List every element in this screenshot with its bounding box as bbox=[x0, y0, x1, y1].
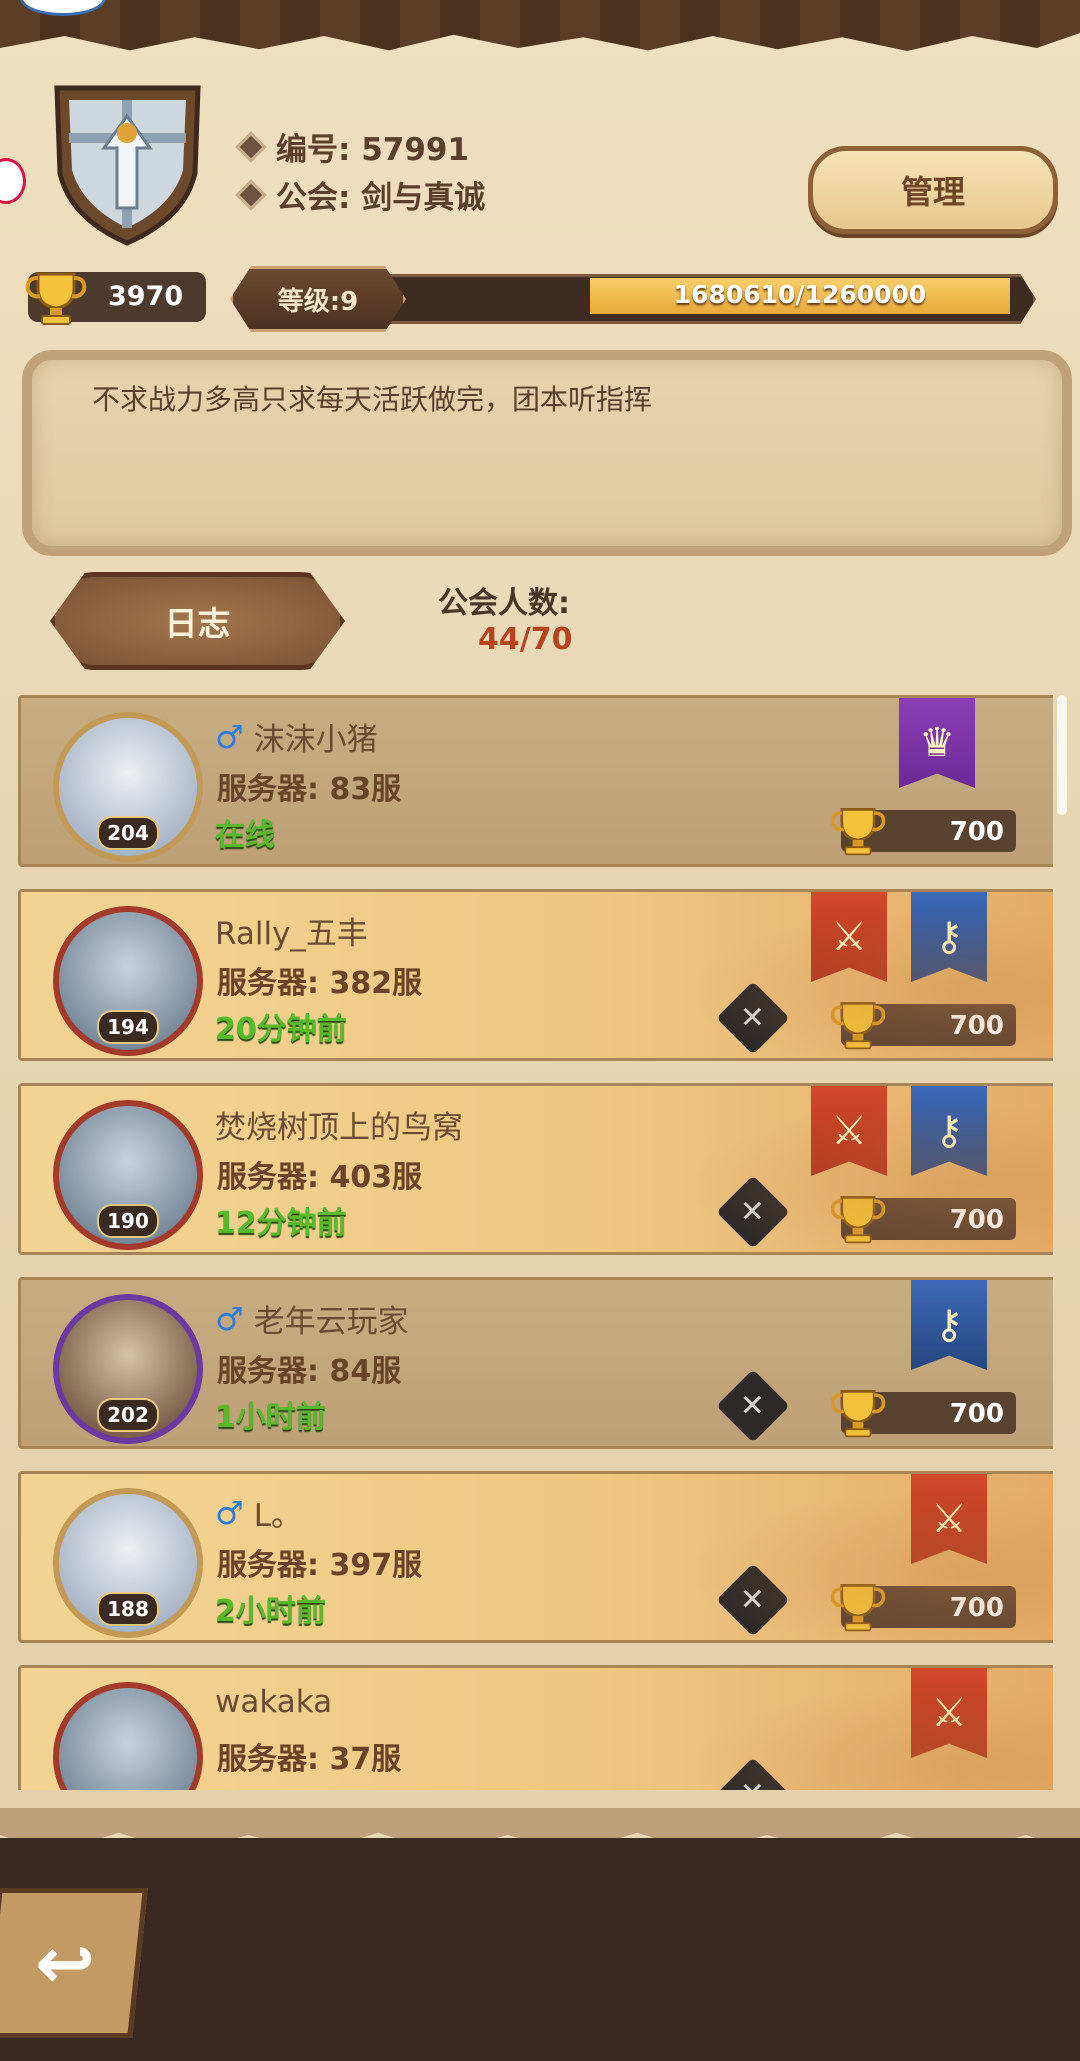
log-button[interactable]: 日志 bbox=[50, 572, 345, 670]
member-trophy: 700 bbox=[830, 1196, 1016, 1244]
blue-banner-icon: ⚷ bbox=[911, 1086, 987, 1176]
member-avatar[interactable] bbox=[53, 1682, 203, 1790]
member-list-scrollbar[interactable] bbox=[1057, 695, 1067, 815]
blue-banner-icon: ⚷ bbox=[911, 1280, 987, 1370]
level-exp-text: 1680610/1260000 bbox=[673, 280, 927, 309]
member-status: 2小时前 bbox=[215, 1594, 326, 1629]
guild-name-row: 公会: 剑与真诚 bbox=[235, 172, 486, 217]
member-name: L。 bbox=[253, 1498, 302, 1534]
bottom-bar bbox=[0, 1838, 1080, 2061]
guild-id-row: 编号: 57991 bbox=[235, 124, 470, 169]
guild-notice-box: 不求战力多高只求每天活跃做完，团本听指挥 bbox=[22, 350, 1072, 556]
member-count-label: 公会人数: bbox=[438, 586, 570, 621]
member-name-row: 焚烧树顶上的鸟窝 bbox=[215, 1102, 463, 1147]
back-arrow-icon: ↩ bbox=[34, 1921, 96, 2005]
member-card[interactable]: wakaka 服务器: 37服 ✕ ⚔ bbox=[18, 1665, 1053, 1790]
member-count-value: 44/70 bbox=[478, 622, 573, 657]
guild-name: 公会: 剑与真诚 bbox=[276, 180, 486, 216]
member-server: 服务器: 403服 bbox=[217, 1160, 423, 1195]
trophy-icon bbox=[830, 1196, 886, 1244]
guild-trophy-total: 3970 bbox=[25, 272, 206, 325]
trophy-icon bbox=[25, 272, 87, 325]
guild-level-bar: 等级:9 1680610/1260000 bbox=[230, 266, 1045, 332]
member-server: 服务器: 83服 bbox=[217, 772, 402, 807]
member-level-badge: 204 bbox=[97, 816, 159, 850]
member-trophy-value: 700 bbox=[949, 1205, 1004, 1235]
member-card[interactable]: 204 ♂ 沫沫小猪服务器: 83服 在线 ♛ 700 bbox=[18, 695, 1053, 867]
member-name: wakaka bbox=[215, 1684, 333, 1720]
diamond-icon bbox=[235, 130, 267, 163]
member-server: 服务器: 382服 bbox=[217, 966, 423, 1001]
member-card[interactable]: 188 ♂ L。服务器: 397服 2小时前 ✕ ⚔ 700 bbox=[18, 1471, 1053, 1643]
member-level-badge: 202 bbox=[97, 1398, 159, 1432]
member-name-row: wakaka bbox=[215, 1684, 332, 1720]
member-name-row: Rally_五丰 bbox=[215, 908, 368, 953]
red-banner-icon: ⚔ bbox=[911, 1474, 987, 1564]
member-level-badge: 188 bbox=[97, 1592, 159, 1626]
male-icon: ♂ bbox=[215, 1493, 244, 1532]
member-trophy: 700 bbox=[830, 808, 1016, 856]
level-tag: 等级:9 bbox=[230, 266, 406, 332]
trophy-icon bbox=[830, 808, 886, 856]
crossed-swords-icon: ✕ bbox=[716, 1175, 790, 1249]
member-trophy-value: 700 bbox=[949, 1011, 1004, 1041]
male-icon: ♂ bbox=[215, 1299, 244, 1338]
member-card[interactable]: 202 ♂ 老年云玩家服务器: 84服 1小时前 ✕ ⚷ 700 bbox=[18, 1277, 1053, 1449]
back-button[interactable]: ↩ bbox=[0, 1888, 148, 2038]
guild-trophy-value: 3970 bbox=[108, 281, 184, 312]
member-trophy-value: 700 bbox=[949, 1593, 1004, 1623]
member-list[interactable]: 204 ♂ 沫沫小猪 服务器: 83服 在线 ♛ 700 194 Rally_五丰 服务器: 38… bbox=[18, 695, 1053, 1790]
member-server: 服务器: 397服 bbox=[217, 1548, 423, 1583]
crossed-swords-icon: ✕ bbox=[716, 1369, 790, 1443]
member-name: Rally_五丰 bbox=[215, 916, 368, 952]
guild-id: 编号: 57991 bbox=[276, 132, 470, 168]
crossed-swords-icon: ✕ bbox=[716, 1757, 790, 1790]
member-level-badge: 194 bbox=[97, 1010, 159, 1044]
crossed-swords-icon: ✕ bbox=[716, 981, 790, 1055]
member-status: 12分钟前 bbox=[215, 1206, 347, 1241]
member-status: 20分钟前 bbox=[215, 1012, 347, 1047]
member-name-row: ♂ 老年云玩家 bbox=[215, 1296, 409, 1341]
guild-notice-text: 不求战力多高只求每天活跃做完，团本听指挥 bbox=[92, 383, 653, 416]
guild-emblem-icon bbox=[54, 85, 201, 246]
blue-banner-icon: ⚷ bbox=[911, 892, 987, 982]
member-status: 在线 bbox=[215, 818, 275, 853]
member-server: 服务器: 37服 bbox=[217, 1742, 402, 1777]
red-banner-icon: ⚔ bbox=[811, 1086, 887, 1176]
member-trophy: 700 bbox=[830, 1584, 1016, 1632]
red-banner-icon: ⚔ bbox=[911, 1668, 987, 1758]
male-icon: ♂ bbox=[215, 717, 244, 756]
member-card[interactable]: 194 Rally_五丰服务器: 382服 20分钟前 ✕ ⚔ ⚷ 700 bbox=[18, 889, 1053, 1061]
diamond-icon bbox=[235, 178, 267, 211]
member-name-row: ♂ L。 bbox=[215, 1490, 302, 1535]
member-name: 焚烧树顶上的鸟窝 bbox=[215, 1110, 463, 1146]
manage-button[interactable]: 管理 bbox=[808, 146, 1058, 234]
member-trophy-value: 700 bbox=[949, 817, 1004, 847]
member-card[interactable]: 190 焚烧树顶上的鸟窝 服务器: 403服 12分钟前 ✕ ⚔ ⚷ 700 bbox=[18, 1083, 1053, 1255]
member-name-row: ♂ 沫沫小猪 bbox=[215, 714, 378, 759]
member-trophy: 700 bbox=[830, 1390, 1016, 1438]
red-banner-icon: ⚔ bbox=[811, 892, 887, 982]
crossed-swords-icon: ✕ bbox=[716, 1563, 790, 1637]
member-trophy-value: 700 bbox=[949, 1399, 1004, 1429]
trophy-icon bbox=[830, 1390, 886, 1438]
member-trophy: 700 bbox=[830, 1002, 1016, 1050]
member-name: 沫沫小猪 bbox=[253, 722, 378, 758]
member-name: 老年云玩家 bbox=[253, 1304, 409, 1340]
trophy-icon bbox=[830, 1002, 886, 1050]
purple-banner-icon: ♛ bbox=[899, 698, 975, 788]
trophy-icon bbox=[830, 1584, 886, 1632]
member-level-badge: 190 bbox=[97, 1204, 159, 1238]
member-status: 1小时前 bbox=[215, 1400, 326, 1435]
member-server: 服务器: 84服 bbox=[217, 1354, 402, 1389]
